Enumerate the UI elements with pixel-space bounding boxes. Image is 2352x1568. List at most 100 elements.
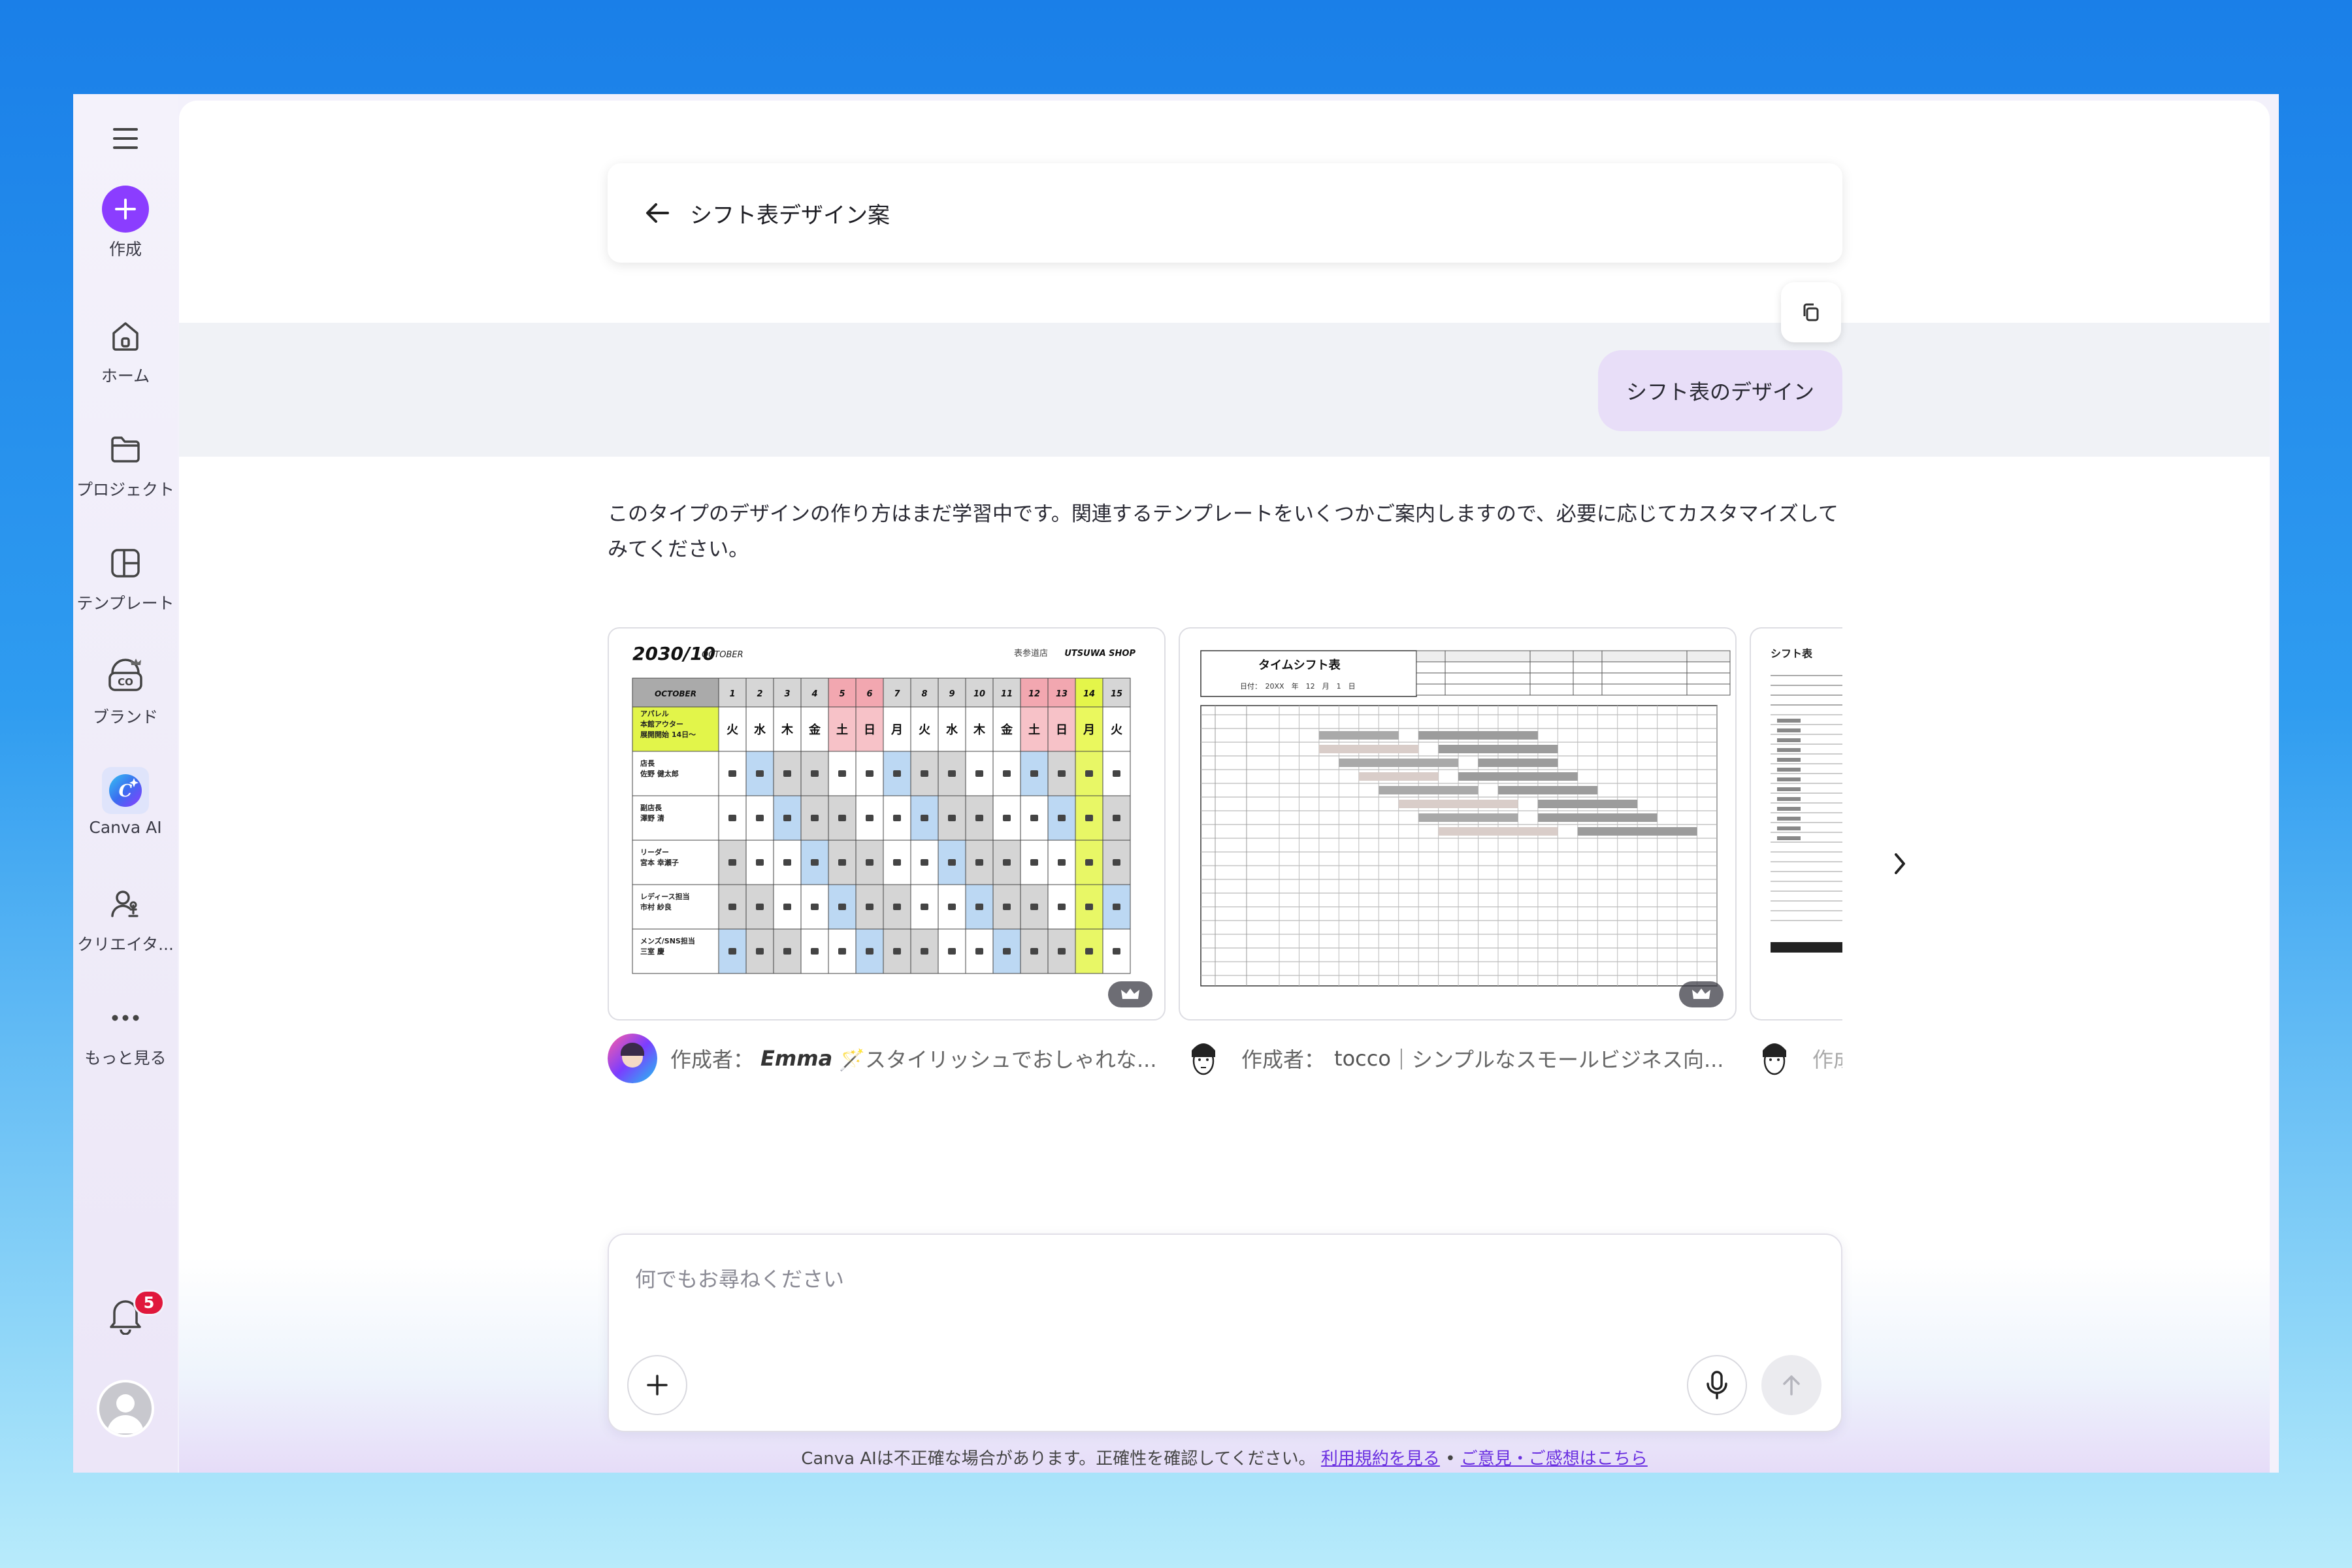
user-avatar[interactable] — [97, 1380, 154, 1437]
svg-text:CO: CO — [118, 676, 133, 688]
chat-composer — [608, 1233, 1842, 1432]
preview-list-text — [1777, 836, 1801, 840]
preview-shift-mark — [1113, 770, 1120, 777]
template-card[interactable]: シフト表 — [1750, 627, 1842, 1021]
microphone-button[interactable] — [1687, 1355, 1747, 1415]
preview-shift-mark — [1113, 859, 1120, 866]
preview-shift-bar — [1318, 731, 1399, 740]
back-arrow-icon[interactable] — [642, 197, 673, 229]
template-author[interactable]: 作成者： Emma 🪄スタイリッシュでおしゃれな... — [608, 1034, 1166, 1083]
author-avatar — [1750, 1034, 1799, 1083]
preview-role-label: 展開開始 14日〜 — [640, 730, 696, 739]
template-card[interactable]: タイムシフト表 日付： 20XX 年 12 月 1 日 — [1179, 627, 1737, 1021]
preview-shift-mark — [756, 815, 764, 821]
brand-icon: CO — [102, 653, 149, 700]
user-message-band — [179, 323, 2270, 457]
premium-crown-icon — [1108, 981, 1152, 1007]
preview-shift-bar — [1537, 813, 1658, 822]
sidebar-item-label: 作成 — [108, 240, 142, 259]
preview-weekday-label: 木 — [973, 723, 986, 737]
preview-list-text — [1777, 787, 1801, 791]
preview-shop: UTSUWA SHOP — [1064, 649, 1135, 659]
preview-list-text — [1777, 777, 1801, 781]
copy-button[interactable] — [1781, 282, 1841, 342]
preview-day-label: 4 — [811, 689, 817, 699]
template-author[interactable]: 作成者： tocco ｜シンプルなスモールビジネス向... — [1179, 1034, 1737, 1083]
preview-day-label: 2 — [757, 689, 762, 699]
preview-shift-mark — [948, 904, 956, 910]
feedback-link[interactable]: ご意見・ご感想はこちら — [1461, 1449, 1648, 1469]
preview-day-label: 15 — [1111, 689, 1122, 699]
add-attachment-button[interactable] — [627, 1355, 687, 1415]
preview-shift-mark — [783, 904, 791, 910]
sidebar-item-label: ブランド — [92, 708, 158, 727]
preview-shift-mark — [866, 770, 874, 777]
sidebar-item-home[interactable]: ホーム — [73, 312, 178, 387]
preview-shift-mark — [756, 904, 764, 910]
preview-weekday-label: 月 — [890, 723, 903, 737]
template-author[interactable]: 作成 — [1750, 1034, 1842, 1083]
sidebar-item-label: もっと見る — [84, 1049, 167, 1068]
preview-weekday-label: 金 — [1000, 723, 1013, 737]
preview-store: 表参道店 — [1014, 648, 1048, 659]
disclaimer-separator: • — [1445, 1449, 1456, 1469]
sidebar-item-canva-ai[interactable]: C Canva AI — [73, 767, 178, 837]
preview-legend-cell — [1416, 661, 1446, 674]
preview-shift-mark — [756, 859, 764, 866]
carousel-next-icon[interactable] — [1887, 844, 1913, 883]
preview-shift-bar — [1358, 772, 1439, 781]
preview-shift-mark — [1003, 948, 1011, 955]
preview-shift-mark — [921, 904, 928, 910]
preview-weekday-label: 月 — [1083, 723, 1095, 737]
preview-shift-mark — [838, 815, 846, 821]
preview-shift-mark — [975, 859, 983, 866]
template-card[interactable]: 2030/10 OCTOBER 表参道店 UTSUWA SHOP OCTOBER 1 2 3 4… — [608, 627, 1166, 1021]
preview-shift-mark — [783, 948, 791, 955]
sidebar-item-projects[interactable]: プロジェクト — [73, 426, 178, 500]
preview-legend-cell — [1416, 672, 1446, 685]
more-dots-icon — [102, 994, 149, 1041]
send-button[interactable] — [1761, 1355, 1821, 1415]
preview-shift-mark — [756, 770, 764, 777]
sidebar-item-templates[interactable]: テンプレート — [73, 540, 178, 614]
terms-link[interactable]: 利用規約を見る — [1321, 1449, 1440, 1469]
preview-shift-mark — [783, 815, 791, 821]
preview-shift-mark — [1058, 815, 1066, 821]
preview-shift-mark — [1058, 948, 1066, 955]
preview-shift-mark — [1085, 859, 1093, 866]
preview-legend-cell — [1573, 683, 1603, 696]
template-preview-shift-list: シフト表 — [1771, 647, 1842, 953]
preview-shift-mark — [728, 904, 736, 910]
preview-list-text — [1777, 807, 1801, 811]
preview-list-text — [1777, 768, 1801, 772]
hamburger-menu-icon[interactable] — [107, 120, 144, 157]
preview-day-label: 14 — [1083, 689, 1095, 699]
preview-shift-bar — [1398, 800, 1518, 808]
author-prefix: 作成 — [1812, 1047, 1842, 1072]
sidebar-item-label: プロジェクト — [76, 480, 174, 499]
preview-weekday-label: 日 — [864, 723, 875, 737]
preview-role-label: リーダー — [640, 847, 669, 857]
chat-panel: シフト表デザイン案 シフト表のデザイン このタイプのデザインの作り方はまだ学習中… — [179, 101, 2270, 1473]
preview-shift-mark — [948, 770, 956, 777]
preview-corner-label: OCTOBER — [655, 689, 696, 698]
chat-input[interactable] — [635, 1261, 1746, 1298]
preview-shift-mark — [838, 770, 846, 777]
sidebar-item-brand[interactable]: CO ブランド — [73, 653, 178, 728]
preview-shift-mark — [866, 859, 874, 866]
conversation-header: シフト表デザイン案 — [608, 163, 1842, 263]
preview-role-label: メンズ/SNS担当 — [640, 936, 695, 945]
canva-ai-icon: C — [102, 767, 149, 814]
preview-list-text — [1777, 797, 1801, 801]
preview-legend-cell — [1445, 650, 1531, 662]
preview-shift-bar — [1339, 759, 1459, 767]
preview-legend-cell — [1445, 661, 1531, 674]
preview-legend-cell — [1529, 672, 1574, 685]
sidebar-item-label: テンプレート — [76, 594, 174, 613]
sidebar-item-create[interactable]: 作成 — [73, 186, 178, 260]
preview-legend-cell — [1601, 661, 1688, 674]
template-description: ｜シンプルなスモールビジネス向... — [1390, 1047, 1724, 1072]
plus-icon — [102, 186, 149, 233]
sidebar-item-creator[interactable]: クリエイタ... — [73, 881, 178, 955]
sidebar-item-more[interactable]: もっと見る — [73, 994, 178, 1069]
